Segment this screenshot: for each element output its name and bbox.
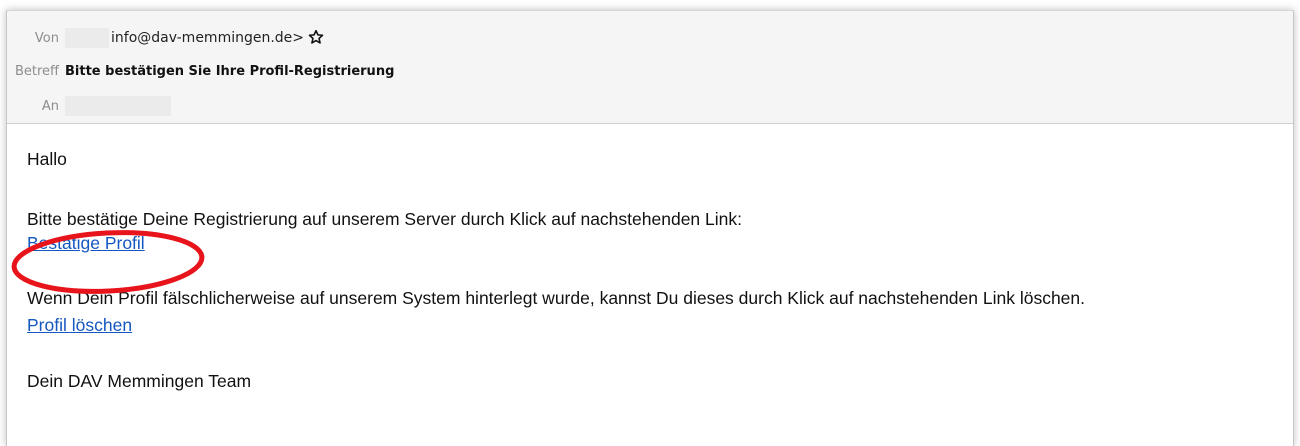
confirm-profile-link[interactable]: Bestätige Profil (27, 233, 145, 253)
from-email[interactable]: info@dav-memmingen.de> (111, 30, 304, 46)
redacted-sender-name (65, 28, 109, 48)
to-label: An (41, 98, 59, 114)
greeting-text: Hallo (27, 149, 67, 169)
redacted-recipient (65, 96, 171, 116)
confirm-instruction-text: Bitte bestätige Deine Registrierung auf … (27, 209, 742, 229)
star-icon[interactable] (308, 29, 324, 48)
email-subject: Bitte bestätigen Sie Ihre Profil-Registr… (65, 63, 395, 79)
confirm-profile-link-wrapper: Bestätige Profil (27, 233, 145, 254)
signoff-text: Dein DAV Memmingen Team (27, 371, 252, 391)
email-window: Von info@dav-memmingen.de> Betreff Bitte… (6, 10, 1294, 446)
to-row: An (7, 95, 171, 117)
from-label: Von (34, 30, 59, 46)
delete-instruction-text: Wenn Dein Profil fälschlicherweise auf u… (27, 288, 1086, 308)
email-header: Von info@dav-memmingen.de> Betreff Bitte… (7, 11, 1293, 124)
from-row: Von info@dav-memmingen.de> (7, 27, 324, 49)
subject-label: Betreff (14, 63, 59, 79)
delete-profile-link[interactable]: Profil löschen (27, 315, 132, 335)
delete-profile-link-wrapper: Profil löschen (27, 315, 132, 336)
subject-row: Betreff Bitte bestätigen Sie Ihre Profil… (7, 60, 394, 82)
